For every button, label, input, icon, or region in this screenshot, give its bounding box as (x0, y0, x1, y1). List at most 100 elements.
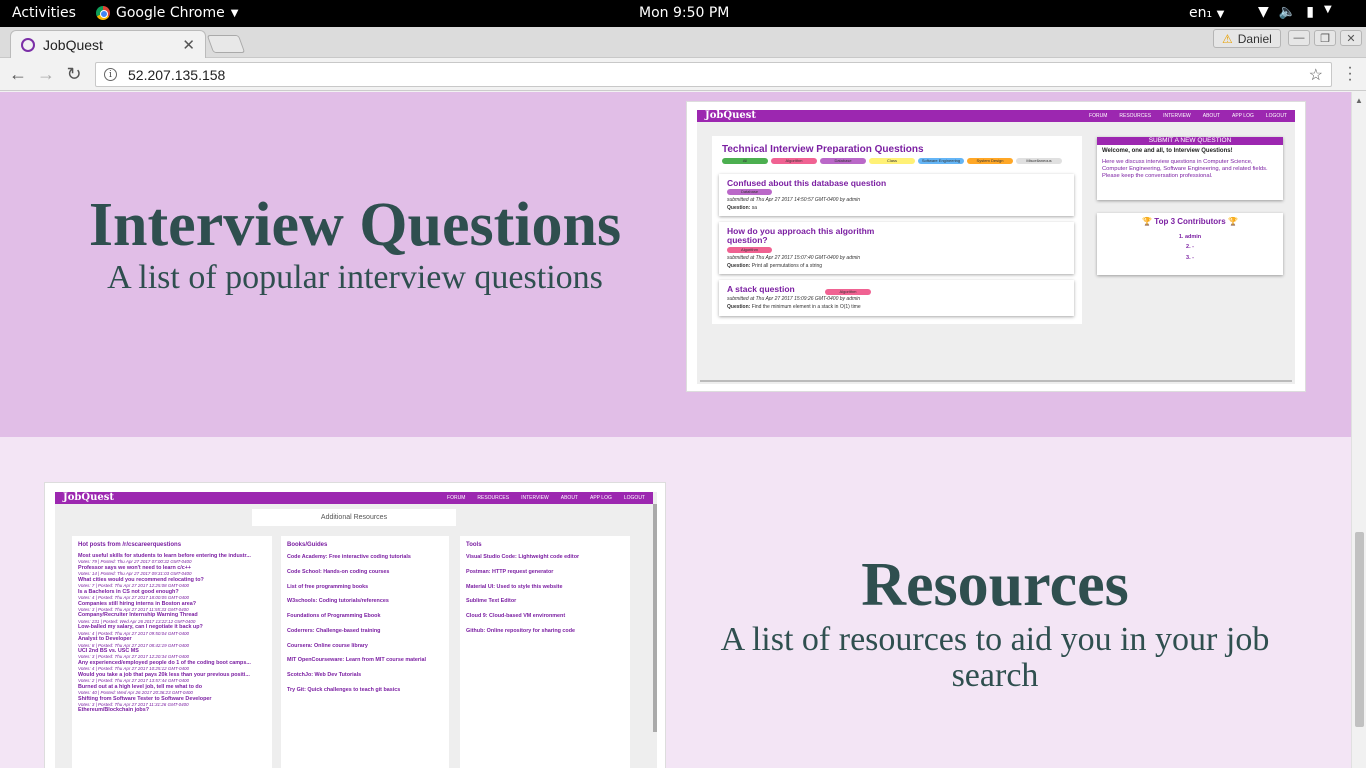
reload-icon[interactable]: ↻ (63, 63, 85, 85)
profile-button[interactable]: ⚠ Daniel (1213, 29, 1281, 48)
nav-link: INTERVIEW (1163, 113, 1191, 119)
book-link: Coderrers: Challenge-based training (287, 627, 381, 634)
question-body: Question: Find the minimum element in a … (727, 304, 861, 310)
chrome-icon (96, 6, 110, 20)
book-link: ScotchJo: Web Dev Tutorials (287, 672, 362, 679)
page-viewport: Interview Questions A list of popular in… (0, 92, 1351, 768)
books-list: Code Academy: Free interactive coding tu… (287, 554, 443, 694)
nav-link: APP LOG (590, 495, 612, 501)
hot-posts-heading: Hot posts from /r/cscareerquestions (78, 542, 182, 548)
scroll-up-arrow-icon[interactable]: ▲ (1355, 96, 1363, 105)
interview-hero: Interview Questions A list of popular in… (40, 194, 670, 296)
question-body: Question: Print all permutations of a st… (727, 263, 823, 269)
mini-nav-links: FORUM RESOURCES INTERVIEW ABOUT APP LOG … (447, 492, 645, 504)
activities-button[interactable]: Activities (12, 5, 76, 21)
tool-link: Visual Studio Code: Lightweight code edi… (466, 554, 580, 560)
jobquest-logo: JobQuest (63, 492, 114, 503)
question-body: Question: sa (727, 205, 758, 211)
menu-dots-icon[interactable]: · · · (1343, 60, 1357, 88)
app-name: Google Chrome (116, 5, 225, 21)
system-tray[interactable]: ▼ 🔈 ▮ ▼ (1258, 4, 1332, 20)
nav-link: RESOURCES (1119, 113, 1152, 119)
contributor-item: 2. - (1186, 244, 1194, 251)
minimize-button[interactable]: — (1288, 30, 1310, 46)
book-link: List of free programming books (287, 583, 369, 590)
wifi-icon: ▼ (1258, 4, 1269, 20)
filter-chip: Miscellaneous (1016, 158, 1062, 164)
question-card: A stack question Algorithm submitted at … (719, 280, 1074, 316)
interview-page-screenshot[interactable]: JobQuest FORUM RESOURCES INTERVIEW ABOUT… (686, 101, 1306, 392)
tool-link: Cloud 9: Cloud-based VM environment (466, 613, 566, 620)
resources-header: Additional Resources (252, 509, 456, 526)
books-heading: Books/Guides (287, 542, 328, 548)
book-link: W3schools: Coding tutorials/references (287, 598, 389, 605)
filter-chips: All Algorithm Database Class Software En… (722, 158, 1062, 164)
resources-page-screenshot[interactable]: JobQuest FORUM RESOURCES INTERVIEW ABOUT… (44, 482, 666, 768)
book-link: Code School: Hands-on coding courses (287, 568, 390, 575)
language-indicator[interactable]: en₁ ▼ (1189, 5, 1224, 21)
volume-icon: 🔈 (1278, 4, 1297, 20)
clock[interactable]: Mon 9:50 PM (639, 5, 729, 21)
mini-scrollbar (653, 504, 657, 732)
questions-heading: Technical Interview Preparation Question… (722, 144, 924, 155)
nav-link: APP LOG (1232, 113, 1254, 119)
book-link: Code Academy: Free interactive coding tu… (287, 554, 411, 560)
page-scrollbar[interactable]: ▲ (1351, 92, 1366, 768)
contributor-item: 3. - (1186, 254, 1194, 261)
new-tab-button[interactable] (206, 35, 246, 53)
back-arrow-icon[interactable]: ← (7, 63, 29, 85)
app-menu[interactable]: Google Chrome ▼ (96, 5, 238, 21)
question-tag: Algorithm (727, 247, 772, 253)
warning-icon: ⚠ (1222, 31, 1233, 46)
question-meta: submitted at Thu Apr 27 2017 14:50:57 GM… (727, 197, 861, 203)
question-card: How do you approach this algorithm quest… (719, 222, 1074, 274)
forward-arrow-icon[interactable]: → (35, 63, 57, 85)
filter-chip: Algorithm (771, 158, 817, 164)
book-link: Coursera: Online course library (287, 642, 368, 649)
contributors-heading: 🏆 Top 3 Contributors 🏆 (1142, 217, 1238, 226)
trophy-icon: 🏆 (1227, 217, 1238, 226)
nav-link: RESOURCES (477, 495, 510, 501)
mini-nav-bar: JobQuest FORUM RESOURCES INTERVIEW ABOUT… (55, 492, 653, 504)
book-link: Try Git: Quick challenges to teach git b… (287, 687, 401, 694)
interview-title: Interview Questions (88, 191, 622, 259)
submit-question-button: SUBMIT A NEW QUESTION (1097, 137, 1283, 145)
contributors-list: 1. admin 2. - 3. - (1097, 232, 1283, 263)
scrollbar-thumb[interactable] (1355, 532, 1364, 727)
tools-list: Visual Studio Code: Lightweight code edi… (466, 554, 624, 634)
filter-chip: Database (820, 158, 866, 164)
mini-nav-links: FORUM RESOURCES INTERVIEW ABOUT APP LOG … (1089, 110, 1287, 122)
filter-chip: All (722, 158, 768, 164)
chevron-down-icon: ▼ (230, 7, 239, 19)
resources-screenshot-inner: JobQuest FORUM RESOURCES INTERVIEW ABOUT… (55, 492, 657, 768)
info-icon[interactable]: i (104, 68, 117, 81)
nav-link: FORUM (447, 495, 466, 501)
close-icon[interactable]: ✕ (182, 36, 195, 54)
book-link: MIT OpenCourseware: Learn from MIT cours… (287, 657, 426, 664)
profile-name: Daniel (1237, 31, 1272, 46)
resources-subtitle: A list of resources to aid you in your j… (720, 621, 1270, 694)
trophy-icon: 🏆 (1142, 217, 1153, 226)
address-bar[interactable]: i 52.207.135.158 ☆ (95, 62, 1332, 87)
welcome-card: SUBMIT A NEW QUESTION Welcome, one and a… (1097, 137, 1283, 200)
nav-link: INTERVIEW (521, 495, 549, 501)
hot-posts-column: Hot posts from /r/cscareerquestions Most… (72, 536, 272, 768)
os-top-bar: Activities Google Chrome ▼ Mon 9:50 PM e… (0, 0, 1366, 27)
tool-link: Github: Online repository for sharing co… (466, 627, 576, 634)
mini-nav-bar: JobQuest FORUM RESOURCES INTERVIEW ABOUT… (697, 110, 1295, 122)
nav-link: ABOUT (560, 495, 578, 501)
nav-link: ABOUT (1202, 113, 1220, 119)
question-title: How do you approach this algorithm quest… (727, 226, 875, 246)
jobquest-favicon-icon (21, 37, 35, 52)
maximize-button[interactable]: ❐ (1314, 30, 1336, 46)
question-meta: submitted at Thu Apr 27 2017 15:09:26 GM… (727, 296, 861, 302)
mini-scrollbar (700, 380, 1292, 382)
interview-subtitle: A list of popular interview questions (107, 259, 603, 296)
bookmark-star-icon[interactable]: ☆ (1309, 65, 1323, 85)
close-window-button[interactable]: ✕ (1340, 30, 1362, 46)
interview-section: Interview Questions A list of popular in… (0, 92, 1351, 437)
tab-jobquest[interactable]: JobQuest ✕ (10, 30, 206, 58)
nav-link: FORUM (1089, 113, 1108, 119)
contributor-item: 1. admin (1178, 234, 1202, 240)
tool-link: Postman: HTTP request generator (466, 568, 554, 575)
